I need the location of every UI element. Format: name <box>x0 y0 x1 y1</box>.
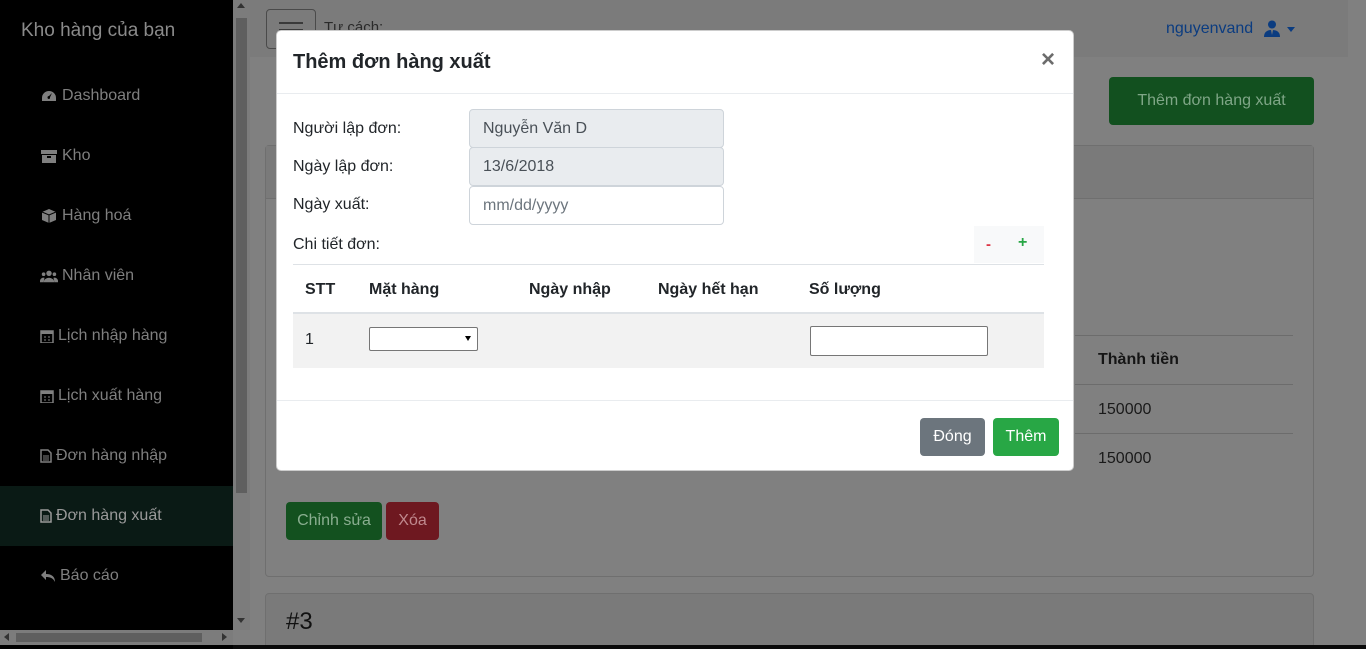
order-card <box>265 593 1314 649</box>
sidebar-item-label: Kho <box>62 147 91 164</box>
details-label: Chi tiết đơn: <box>293 236 380 253</box>
creator-label: Người lập đơn: <box>293 120 402 137</box>
file-icon <box>40 449 52 463</box>
modal-header: Thêm đơn hàng xuất × <box>277 31 1073 94</box>
cube-icon <box>41 209 57 223</box>
creator-field[interactable]: Nguyễn Văn D <box>469 109 724 148</box>
modal-footer-divider <box>277 400 1073 401</box>
export-date-label: Ngày xuất: <box>293 196 370 213</box>
sidebar-item-label: Báo cáo <box>60 567 119 584</box>
submit-add-button[interactable]: Thêm <box>993 418 1059 456</box>
table-divider <box>1075 384 1293 385</box>
sidebar-item-don-hang-nhap[interactable]: Đơn hàng nhập <box>0 426 233 486</box>
sidebar-item-label: Lịch nhập hàng <box>58 327 168 344</box>
page-scrollbar-track[interactable] <box>1348 0 1366 649</box>
scroll-left-arrow-icon[interactable] <box>4 633 9 641</box>
sidebar-item-label: Đơn hàng nhập <box>56 447 168 464</box>
table-top-border <box>293 264 1044 265</box>
sidebar-item-don-hang-xuat[interactable]: Đơn hàng xuất <box>0 486 233 546</box>
scrollbar-thumb[interactable] <box>236 18 247 493</box>
sidebar-vertical-scrollbar[interactable] <box>233 0 250 630</box>
sidebar: Kho hàng của bạn Dashboard Kho Hàng hoá … <box>0 0 233 649</box>
add-export-order-button[interactable]: Thêm đơn hàng xuất <box>1109 77 1314 125</box>
order-card-title: #3 <box>286 608 313 635</box>
column-header-expiry-date: Ngày hết hạn <box>658 281 759 298</box>
table-divider <box>1075 433 1293 434</box>
add-row-button[interactable]: + <box>1018 234 1027 252</box>
sidebar-item-lich-xuat-hang[interactable]: Lịch xuất hàng <box>0 366 233 426</box>
sidebar-item-lich-nhap-hang[interactable]: Lịch nhập hàng <box>0 306 233 366</box>
delete-button[interactable]: Xóa <box>386 502 439 540</box>
bottom-edge <box>233 645 1366 649</box>
sidebar-item-dashboard[interactable]: Dashboard <box>0 66 233 126</box>
scroll-down-arrow-icon[interactable] <box>237 618 245 623</box>
calendar-icon <box>40 330 54 343</box>
sidebar-item-label: Đơn hàng xuất <box>56 507 162 524</box>
edit-button[interactable]: Chỉnh sửa <box>286 502 382 540</box>
quantity-input[interactable] <box>810 326 988 356</box>
column-header-import-date: Ngày nhập <box>529 281 611 298</box>
column-header-stt: STT <box>305 281 336 298</box>
sidebar-item-bao-cao[interactable]: Báo cáo <box>0 546 233 606</box>
scroll-up-arrow-icon[interactable] <box>237 3 245 8</box>
file-icon <box>40 509 52 523</box>
sidebar-item-nhan-vien[interactable]: Nhân viên <box>0 246 233 306</box>
add-export-order-modal: Thêm đơn hàng xuất × Người lập đơn: Nguy… <box>276 30 1074 471</box>
total-cell: 150000 <box>1098 450 1152 467</box>
sidebar-item-label: Nhân viên <box>62 267 135 284</box>
table-header-total: Thành tiền <box>1098 351 1179 368</box>
close-icon[interactable]: × <box>1041 48 1055 72</box>
created-date-label: Ngày lập đơn: <box>293 158 394 175</box>
user-tie-icon[interactable] <box>1264 20 1280 37</box>
created-date-field[interactable]: 13/6/2018 <box>469 147 724 186</box>
dropdown-caret-icon <box>465 336 471 341</box>
row-stt: 1 <box>305 331 314 348</box>
remove-row-button[interactable]: - <box>986 236 991 253</box>
sidebar-item-kho[interactable]: Kho <box>0 126 233 186</box>
username-link[interactable]: nguyenvand <box>1166 20 1253 38</box>
reply-icon <box>41 570 55 582</box>
archive-icon <box>41 150 57 163</box>
table-divider <box>1075 335 1293 336</box>
sidebar-item-hang-hoa[interactable]: Hàng hoá <box>0 186 233 246</box>
item-select[interactable] <box>369 327 478 351</box>
sidebar-item-label: Lịch xuất hàng <box>58 387 163 404</box>
total-cell: 150000 <box>1098 401 1152 418</box>
scrollbar-thumb[interactable] <box>16 633 202 642</box>
scroll-right-arrow-icon[interactable] <box>222 633 227 641</box>
tachometer-icon <box>42 91 56 101</box>
close-button[interactable]: Đóng <box>920 418 985 456</box>
brand-title[interactable]: Kho hàng của bạn <box>21 20 175 42</box>
export-date-input[interactable]: mm/dd/yyyy <box>469 186 724 225</box>
modal-title: Thêm đơn hàng xuất <box>293 51 491 73</box>
users-icon <box>40 270 58 283</box>
chevron-down-icon[interactable] <box>1287 27 1295 32</box>
sidebar-item-label: Dashboard <box>62 87 141 104</box>
column-header-quantity: Số lượng <box>809 281 881 298</box>
column-header-item: Mặt hàng <box>369 281 440 298</box>
calendar-icon <box>40 390 54 403</box>
sidebar-horizontal-scrollbar[interactable] <box>0 630 233 645</box>
sidebar-item-label: Hàng hoá <box>62 207 132 224</box>
row-controls: - + <box>974 226 1044 263</box>
